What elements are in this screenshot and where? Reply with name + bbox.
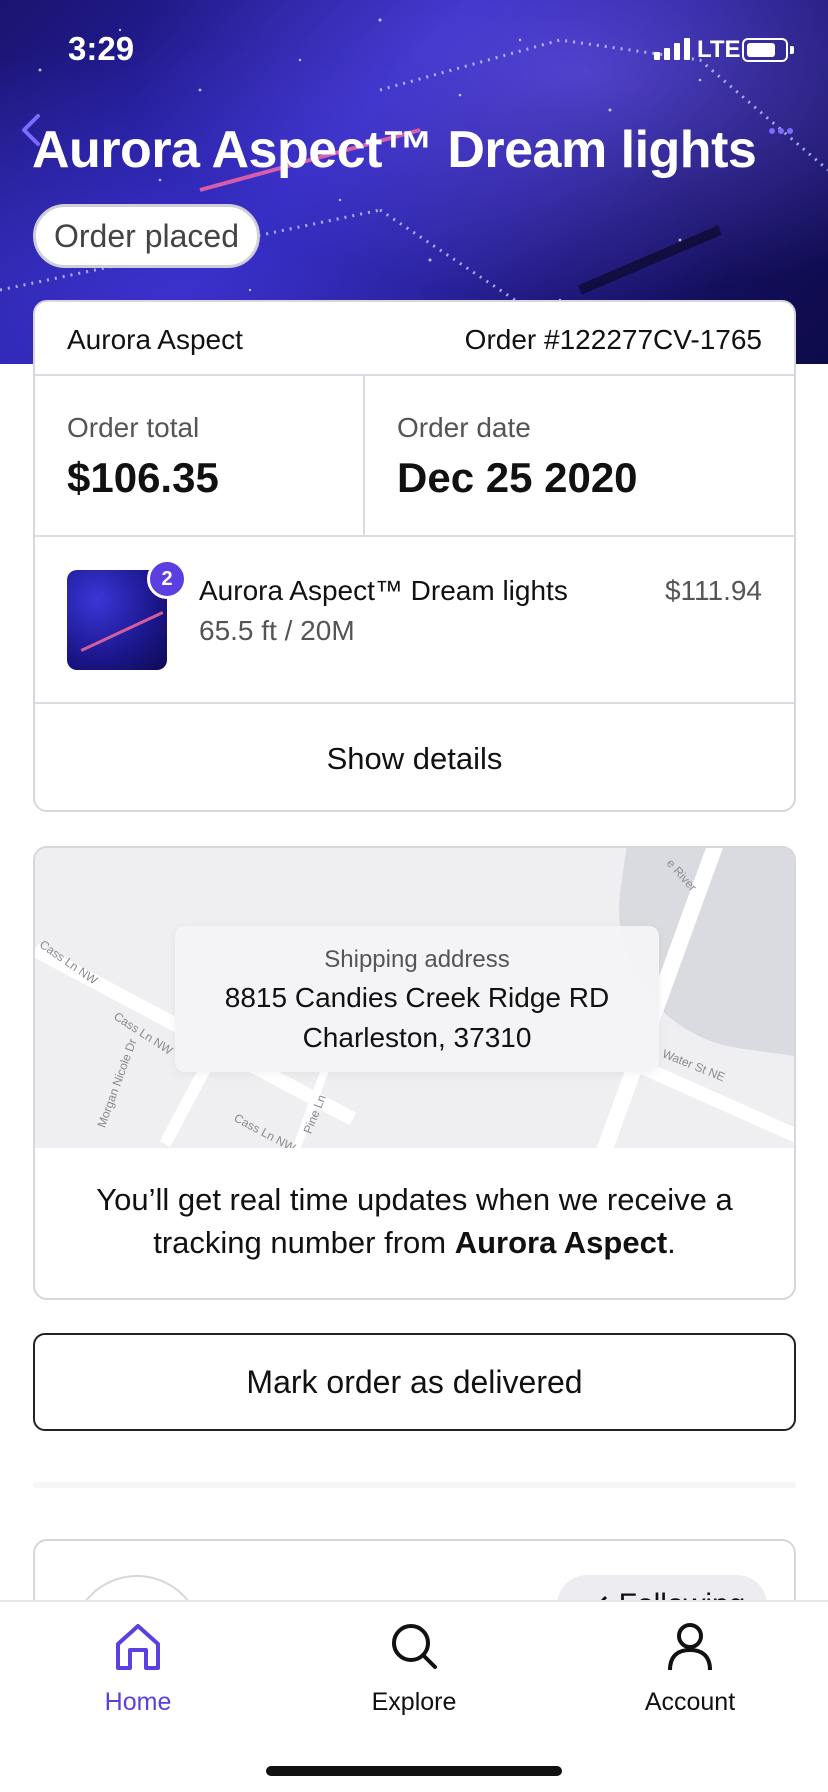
details-row: Show details <box>35 704 794 810</box>
shipping-address-box: Shipping address 8815 Candies Creek Ridg… <box>175 926 659 1072</box>
order-date-label: Order date <box>397 412 531 443</box>
map-street-label: Cass Ln NW <box>231 1110 298 1148</box>
tab-home-label: Home <box>104 1688 172 1716</box>
shipping-card: Cass Ln NW Cass Ln NW Cass Ln NW Morgan … <box>33 846 796 1300</box>
shipping-address-label: Shipping address <box>324 946 510 973</box>
order-status-badge: Order placed <box>33 204 260 268</box>
status-time: 3:29 <box>68 30 135 67</box>
order-number: Order #122277CV-1765 <box>464 324 762 355</box>
tab-account[interactable]: Account <box>590 1602 790 1742</box>
shipping-map: Cass Ln NW Cass Ln NW Cass Ln NW Morgan … <box>35 848 794 1148</box>
page-title: Aurora Aspect™ Dream lights <box>32 121 757 179</box>
column-divider <box>363 376 365 535</box>
item-price: $111.94 <box>664 575 762 606</box>
item-name: Aurora Aspect™ Dream lights <box>199 575 568 606</box>
mark-delivered-button[interactable]: Mark order as delivered <box>33 1333 796 1431</box>
tracking-message: You’ll get real time updates when we rec… <box>65 1178 764 1264</box>
order-date-value: Dec 25 2020 <box>397 454 638 501</box>
tab-account-label: Account <box>644 1688 736 1716</box>
battery-tip <box>790 46 794 54</box>
tab-explore-label: Explore <box>371 1688 457 1716</box>
battery-icon <box>742 38 788 62</box>
item-variant: 65.5 ft / 20M <box>199 615 355 646</box>
order-header-row: Aurora Aspect Order #122277CV-1765 <box>35 302 794 376</box>
order-summary-card: Aurora Aspect Order #122277CV-1765 Order… <box>33 300 796 812</box>
tab-home[interactable]: Home <box>38 1602 238 1742</box>
shipping-address-line1: 8815 Candies Creek Ridge RD <box>224 982 610 1013</box>
order-total-value: $106.35 <box>67 454 219 501</box>
status-bar: 3:29 LTE <box>0 0 828 100</box>
merchant-name: Aurora Aspect <box>67 324 243 355</box>
signal-icon <box>654 38 690 60</box>
order-total-label: Order total <box>67 412 200 443</box>
tracking-message-suffix: . <box>667 1225 676 1260</box>
quantity-badge: 2 <box>147 559 187 599</box>
order-totals-row: Order total $106.35 Order date Dec 25 20… <box>35 376 794 537</box>
home-icon <box>116 1624 160 1670</box>
account-icon <box>668 1623 712 1671</box>
section-divider <box>33 1482 796 1488</box>
search-icon <box>392 1624 437 1669</box>
tracking-message-merchant: Aurora Aspect <box>454 1225 668 1260</box>
network-label: LTE <box>697 36 741 63</box>
bottom-tab-bar: Home Explore Account <box>0 1600 828 1792</box>
shipping-address-line2: Charleston, 37310 <box>302 1022 532 1053</box>
show-details-button[interactable]: Show details <box>35 704 794 810</box>
more-options-icon[interactable] <box>768 126 794 136</box>
order-item-row[interactable]: 2 Aurora Aspect™ Dream lights 65.5 ft / … <box>35 537 794 704</box>
home-indicator <box>266 1766 562 1776</box>
tab-explore[interactable]: Explore <box>314 1602 514 1742</box>
map-street-label: Morgan Nicole Dr <box>94 1036 140 1130</box>
